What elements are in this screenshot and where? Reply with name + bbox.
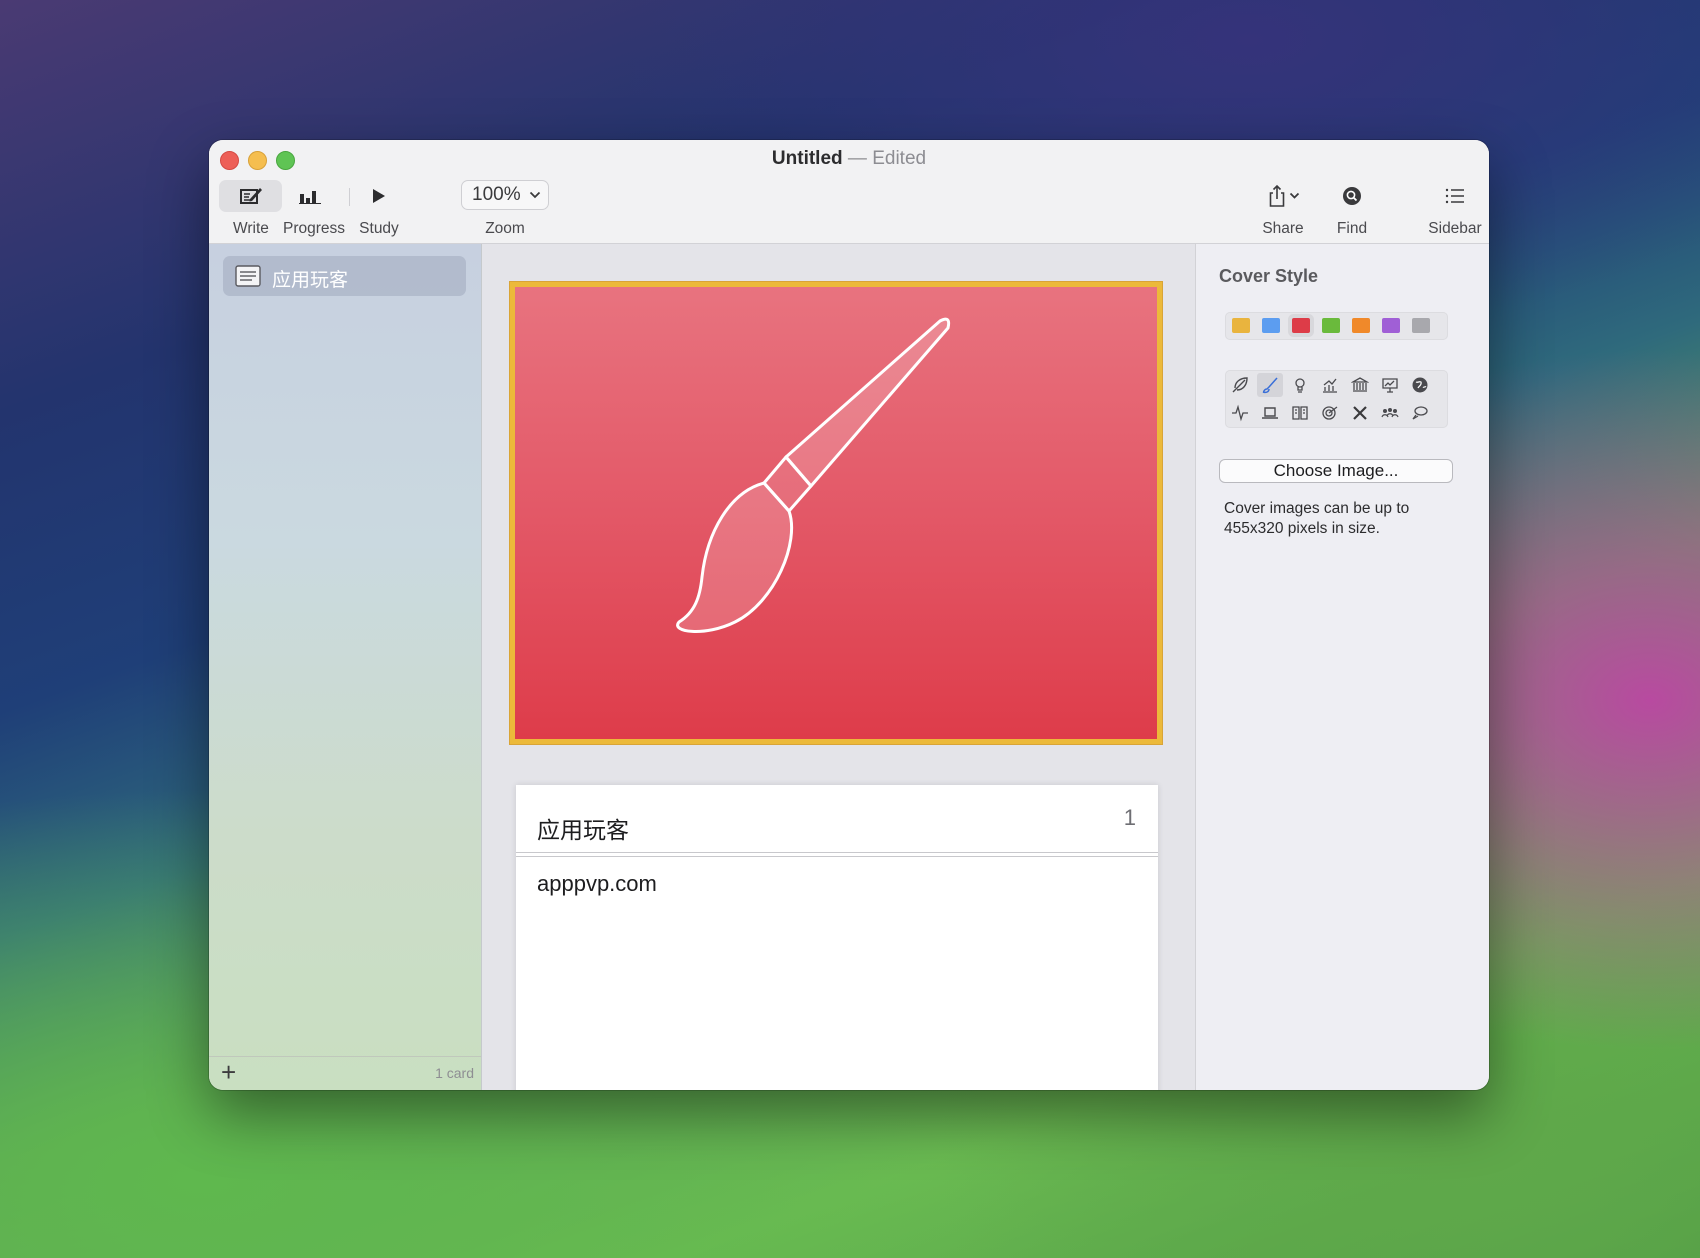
write-toolbar-item[interactable] xyxy=(219,180,282,212)
main-canvas: 应用玩客 1 apppvp.com xyxy=(482,244,1203,1090)
zoom-value: 100% xyxy=(472,184,521,205)
color-swatch-red[interactable] xyxy=(1292,318,1310,333)
tools-icon[interactable] xyxy=(1347,401,1373,425)
choose-image-button[interactable]: Choose Image... xyxy=(1219,459,1453,483)
color-swatch-gray[interactable] xyxy=(1412,318,1430,333)
list-icon xyxy=(1445,188,1464,204)
card-count: 1 card xyxy=(435,1065,474,1081)
presentation-icon[interactable] xyxy=(1377,373,1403,397)
study-button[interactable] xyxy=(359,180,399,212)
card-number: 1 xyxy=(1123,805,1136,830)
bank-icon[interactable] xyxy=(1347,373,1373,397)
progress-button[interactable] xyxy=(290,180,330,212)
color-swatch-green[interactable] xyxy=(1322,318,1340,333)
find-toolbar-item[interactable] xyxy=(1334,180,1370,212)
card-body-text[interactable]: apppvp.com xyxy=(537,871,657,897)
write-label: Write xyxy=(233,220,269,237)
laptop-icon[interactable] xyxy=(1257,401,1283,425)
card-stack-icon xyxy=(235,265,261,287)
speech-bubbles-icon[interactable] xyxy=(1407,401,1433,425)
bar-chart-icon xyxy=(299,191,321,204)
paintbrush-icon[interactable] xyxy=(1257,373,1283,397)
zoom-label: Zoom xyxy=(485,220,525,237)
pulse-icon[interactable] xyxy=(1227,401,1253,425)
titlebar: Untitled — Edited Write Progress Study 1… xyxy=(209,140,1489,244)
magnifier-icon xyxy=(1343,187,1361,205)
add-card-button[interactable]: + xyxy=(221,1058,236,1086)
progress-toolbar-item[interactable] xyxy=(290,180,330,212)
find-button[interactable] xyxy=(1334,180,1370,212)
study-label: Study xyxy=(359,220,399,237)
paintbrush-icon xyxy=(676,317,951,633)
feather-icon[interactable] xyxy=(1227,373,1253,397)
window-title: Untitled — Edited xyxy=(209,148,1489,170)
sidebar-label: Sidebar xyxy=(1428,220,1482,237)
title-separator: — xyxy=(847,148,867,169)
progress-label: Progress xyxy=(283,220,346,237)
document-title: Untitled xyxy=(771,148,843,169)
play-icon xyxy=(373,189,385,203)
lightbulb-icon[interactable] xyxy=(1287,373,1313,397)
app-window: Untitled — Edited Write Progress Study 1… xyxy=(209,140,1489,1090)
zoom-popup[interactable]: 100% xyxy=(461,180,549,210)
sidebar-footer: + 1 card xyxy=(209,1056,481,1090)
share-icon xyxy=(1269,184,1284,207)
cover-color-picker xyxy=(1225,312,1448,340)
globe-icon[interactable] xyxy=(1407,373,1433,397)
divider xyxy=(516,856,1158,857)
color-swatch-yellow[interactable] xyxy=(1232,318,1250,333)
cover-image[interactable] xyxy=(510,282,1162,744)
color-swatch-orange[interactable] xyxy=(1352,318,1370,333)
chevron-down-icon xyxy=(529,191,540,199)
color-swatch-purple[interactable] xyxy=(1382,318,1400,333)
write-button[interactable] xyxy=(219,180,282,212)
sidebar-toolbar-item[interactable] xyxy=(1435,180,1475,212)
document-status: Edited xyxy=(872,148,927,169)
share-toolbar-item[interactable] xyxy=(1260,180,1306,212)
find-label: Find xyxy=(1336,220,1368,237)
color-swatch-blue[interactable] xyxy=(1262,318,1280,333)
divider xyxy=(516,852,1158,853)
card-list-sidebar: 应用玩客 + 1 card xyxy=(209,244,482,1090)
share-label: Share xyxy=(1262,220,1304,237)
cover-image-note: Cover images can be up to 455x320 pixels… xyxy=(1224,500,1410,537)
cover-style-heading: Cover Style xyxy=(1219,266,1319,286)
share-button[interactable] xyxy=(1260,180,1306,212)
compose-icon xyxy=(239,188,262,204)
cover-icon-picker xyxy=(1225,370,1448,428)
card-title[interactable]: 应用玩客 xyxy=(537,811,629,845)
target-icon[interactable] xyxy=(1317,401,1343,425)
toolbar-divider xyxy=(349,188,350,206)
chevron-down-icon xyxy=(1289,192,1299,199)
inspector-panel: Cover Style Choose Image... Cover images… xyxy=(1195,244,1489,1090)
sidebar-item-card[interactable]: 应用玩客 xyxy=(223,256,466,296)
index-card[interactable]: 应用玩客 1 apppvp.com xyxy=(516,785,1158,1090)
sidebar-item-label: 应用玩客 xyxy=(272,270,349,291)
people-icon[interactable] xyxy=(1377,401,1403,425)
sidebar-toggle-button[interactable] xyxy=(1435,180,1475,212)
book-icon[interactable] xyxy=(1287,401,1313,425)
study-toolbar-item[interactable] xyxy=(359,180,399,212)
bar-chart-icon[interactable] xyxy=(1317,373,1343,397)
